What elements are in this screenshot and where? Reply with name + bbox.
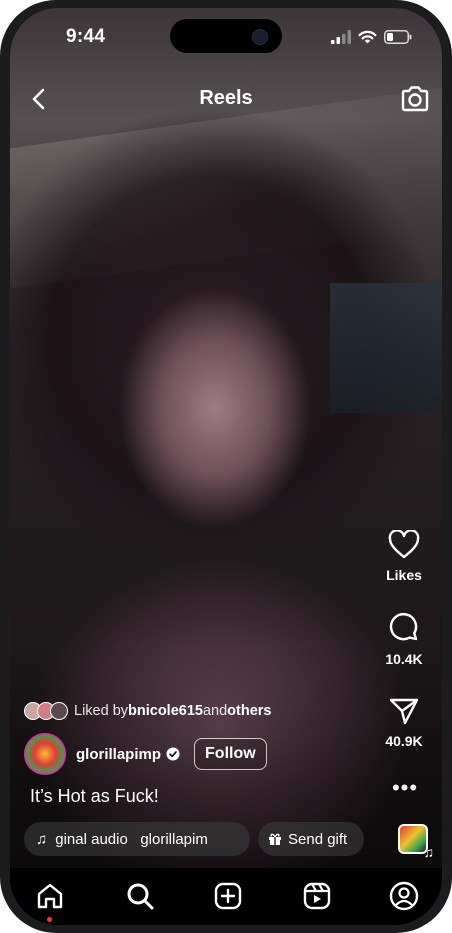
share-icon[interactable] — [388, 696, 420, 726]
share-action[interactable]: 40.9K — [372, 696, 436, 749]
battery-icon — [384, 30, 412, 44]
comment-action[interactable]: 10.4K — [372, 612, 436, 667]
notification-dot — [47, 917, 52, 922]
reel-screen: 9:44 Reels Likes 10.4K 40.9K ••• ♫ Liked… — [10, 8, 442, 925]
status-icons — [331, 28, 412, 46]
likes-label: Likes — [386, 567, 422, 583]
comment-icon[interactable] — [388, 612, 420, 644]
search-icon[interactable] — [124, 880, 156, 912]
send-gift-label: Send gift — [288, 830, 348, 848]
comments-count: 10.4K — [385, 651, 423, 667]
shares-count: 40.9K — [385, 733, 423, 749]
liked-by-user[interactable]: bnicole615 — [128, 703, 203, 719]
dynamic-island — [170, 19, 282, 53]
reels-header: Reels — [10, 78, 442, 118]
like-action[interactable]: Likes — [372, 529, 436, 583]
gift-icon — [269, 833, 281, 845]
liked-by-middle: and — [202, 703, 228, 719]
liker-avatar — [50, 702, 68, 720]
original-audio-chip[interactable]: ♫ ginal audio glorillapim — [24, 822, 250, 856]
cellular-signal-icon — [331, 30, 351, 44]
music-note-icon: ♫ — [36, 830, 48, 848]
author-avatar[interactable] — [24, 733, 66, 775]
phone-frame: 9:44 Reels Likes 10.4K 40.9K ••• ♫ Liked… — [0, 0, 452, 933]
front-camera — [252, 29, 268, 45]
author-row: glorillapimp Follow — [24, 732, 267, 776]
profile-icon[interactable] — [388, 880, 420, 912]
verified-icon — [166, 747, 180, 761]
liked-by-prefix: Liked by — [74, 703, 129, 719]
page-title: Reels — [199, 87, 253, 109]
liked-by-others[interactable]: others — [227, 703, 271, 719]
follow-button[interactable]: Follow — [194, 738, 267, 770]
wifi-icon — [358, 30, 377, 44]
window-background — [330, 283, 442, 413]
status-time: 9:44 — [66, 26, 106, 47]
reels-icon[interactable] — [301, 880, 333, 912]
liker-avatars — [24, 702, 70, 720]
reel-chips: ♫ ginal audio glorillapim Send gift — [24, 822, 364, 856]
audio-chip-text: ginal audio glorillapim — [55, 830, 208, 848]
send-gift-chip[interactable]: Send gift — [258, 822, 364, 856]
more-options-icon[interactable]: ••• — [390, 777, 420, 799]
reel-caption[interactable]: It’s Hot as Fuck! — [30, 786, 159, 807]
bottom-navigation — [10, 868, 442, 925]
liked-by[interactable]: Liked by bnicole615 and others — [24, 701, 272, 721]
home-icon[interactable] — [34, 880, 66, 912]
status-bar: 9:44 — [10, 8, 442, 68]
music-note-icon: ♫ — [423, 844, 435, 860]
camera-icon[interactable] — [398, 82, 432, 116]
author-username[interactable]: glorillapimp — [76, 746, 161, 763]
create-icon[interactable] — [212, 880, 244, 912]
heart-icon[interactable] — [388, 529, 420, 560]
